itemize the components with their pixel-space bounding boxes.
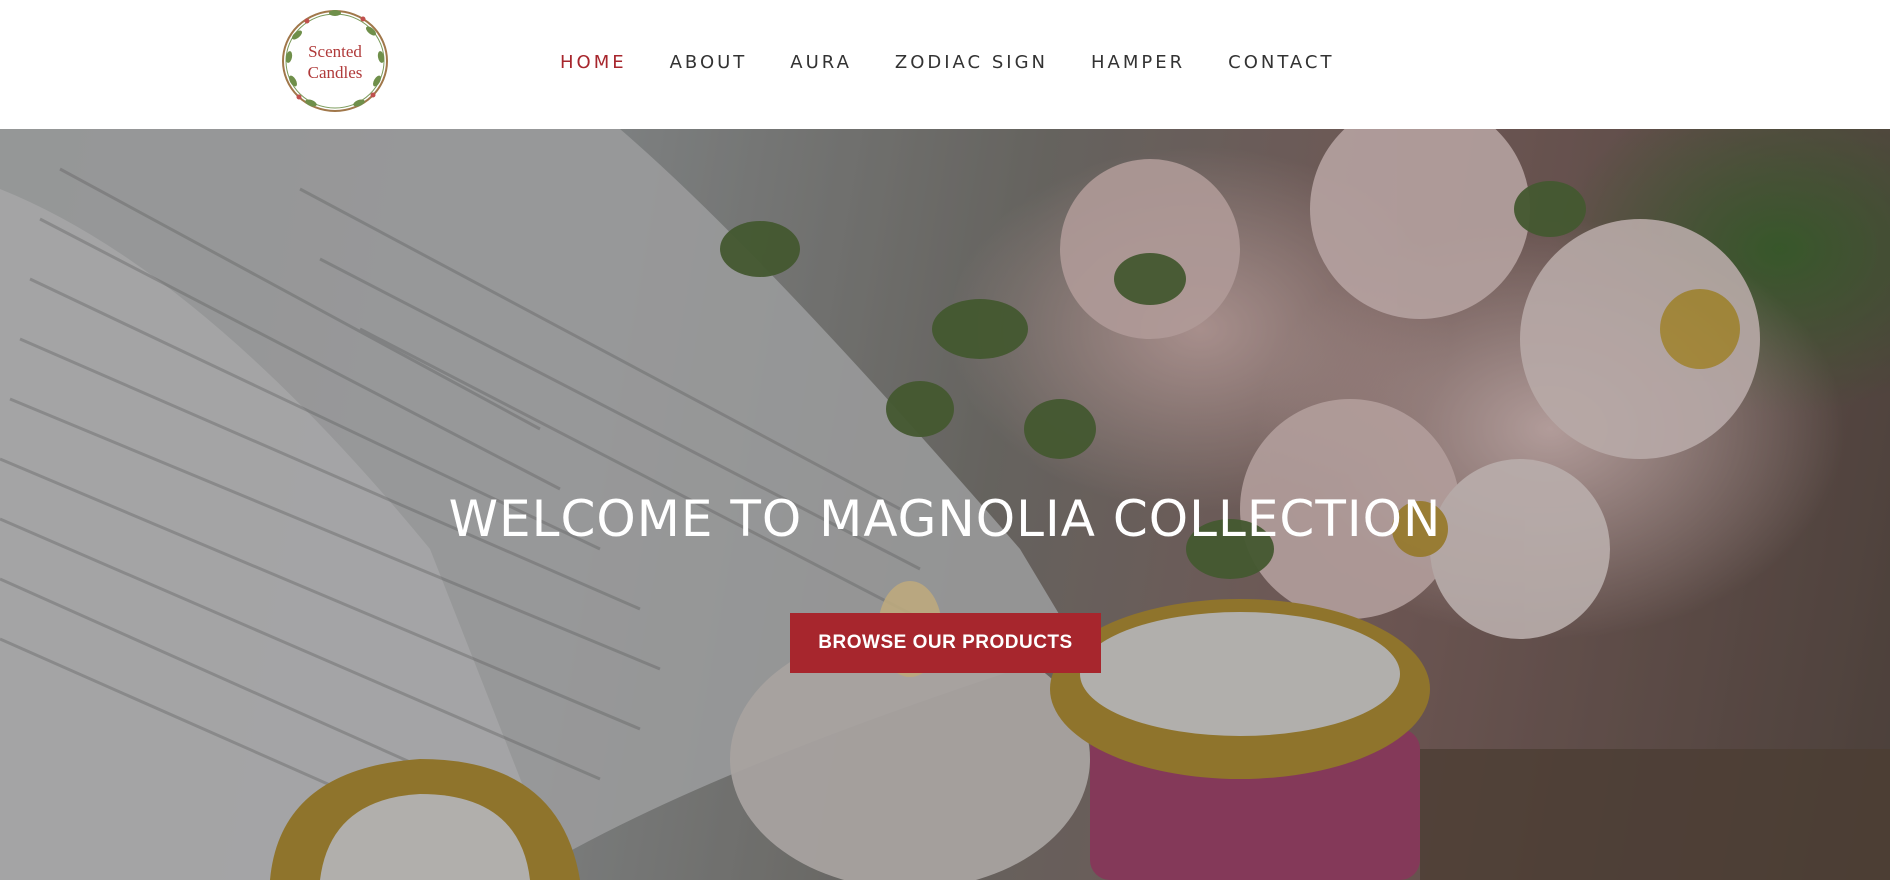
nav-item-zodiac-sign[interactable]: ZODIAC SIGN <box>895 52 1048 73</box>
nav-item-hamper[interactable]: HAMPER <box>1091 52 1185 73</box>
logo-line-1: Scented <box>308 42 362 61</box>
logo-text: Scented Candles <box>277 41 393 83</box>
nav-item-about[interactable]: ABOUT <box>670 52 748 73</box>
logo-line-2: Candles <box>307 63 363 82</box>
site-header: Scented Candles HOME ABOUT AURA ZODIAC S… <box>0 0 1890 129</box>
hero-banner: WELCOME TO MAGNOLIA COLLECTION BROWSE OU… <box>0 129 1890 880</box>
nav-item-home[interactable]: HOME <box>560 52 627 73</box>
nav-item-aura[interactable]: AURA <box>790 52 852 73</box>
site-logo[interactable]: Scented Candles <box>277 5 393 117</box>
main-nav: HOME ABOUT AURA ZODIAC SIGN HAMPER CONTA… <box>560 48 1377 76</box>
browse-products-button[interactable]: BROWSE OUR PRODUCTS <box>790 613 1101 673</box>
hero-title: WELCOME TO MAGNOLIA COLLECTION <box>448 490 1442 548</box>
nav-item-contact[interactable]: CONTACT <box>1228 52 1334 73</box>
